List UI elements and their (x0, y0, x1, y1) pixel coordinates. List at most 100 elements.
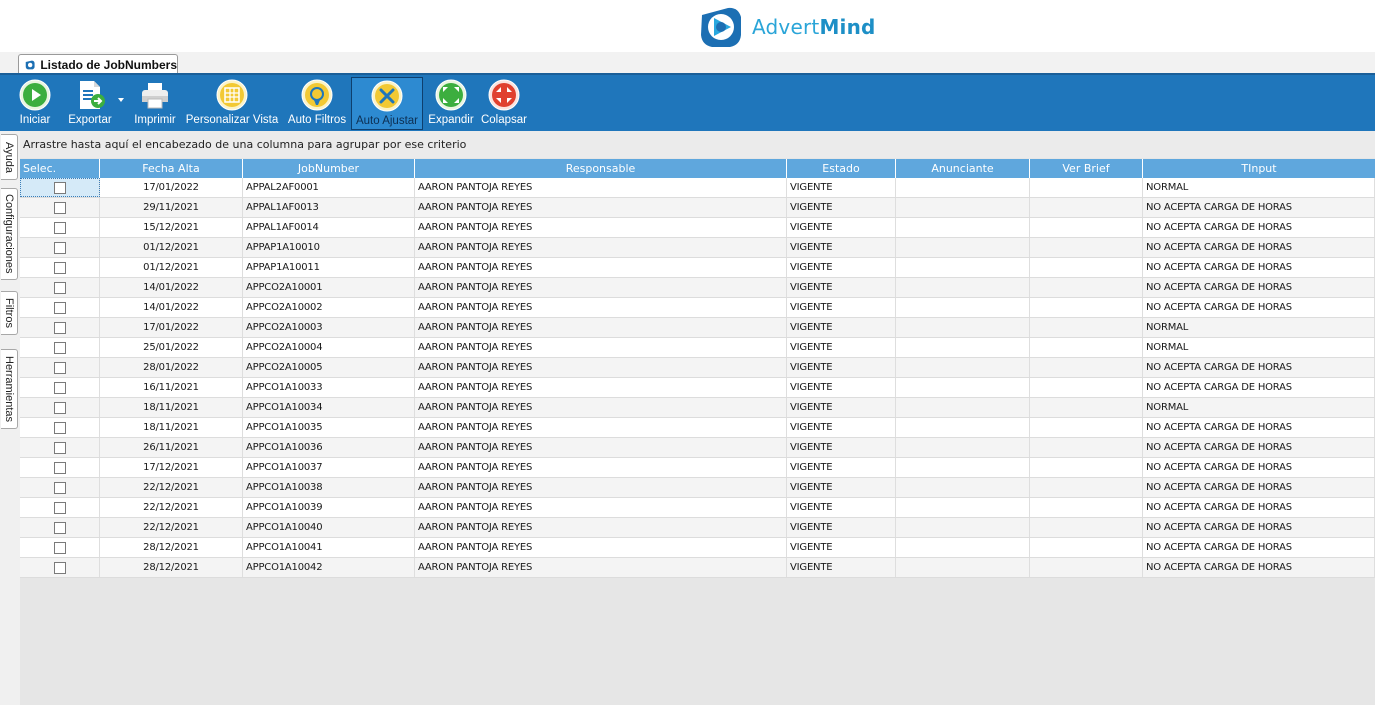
anunciante-cell[interactable] (896, 378, 1030, 397)
select-cell[interactable] (20, 438, 100, 457)
ver-brief-cell[interactable] (1030, 358, 1143, 377)
select-cell[interactable] (20, 198, 100, 217)
table-row[interactable]: 17/12/2021 APPCO1A10037 AARON PANTOJA REYE… (20, 458, 1375, 478)
exportar-dropdown-icon[interactable] (118, 98, 124, 102)
responsable-cell[interactable]: AARON PANTOJA REYES (415, 298, 787, 317)
row-select-checkbox[interactable] (53, 501, 66, 514)
anunciante-cell[interactable] (896, 178, 1030, 197)
row-select-checkbox[interactable] (53, 361, 66, 374)
imprimir-button[interactable]: Imprimir (132, 77, 178, 130)
tinput-cell[interactable]: NO ACEPTA CARGA DE HORAS (1143, 378, 1375, 397)
anunciante-cell[interactable] (896, 498, 1030, 517)
table-row[interactable]: 01/12/2021 APPAP1A10010 AARON PANTOJA REYE… (20, 238, 1375, 258)
anunciante-cell[interactable] (896, 318, 1030, 337)
table-row[interactable]: 22/12/2021 APPCO1A10040 AARON PANTOJA REYE… (20, 518, 1375, 538)
row-select-checkbox[interactable] (53, 341, 66, 354)
tinput-cell[interactable]: NO ACEPTA CARGA DE HORAS (1143, 358, 1375, 377)
ver-brief-cell[interactable] (1030, 178, 1143, 197)
fecha-alta-cell[interactable]: 22/12/2021 (100, 518, 243, 537)
responsable-cell[interactable]: AARON PANTOJA REYES (415, 438, 787, 457)
row-select-checkbox[interactable] (53, 541, 66, 554)
tinput-cell[interactable]: NO ACEPTA CARGA DE HORAS (1143, 558, 1375, 577)
tinput-cell[interactable]: NO ACEPTA CARGA DE HORAS (1143, 278, 1375, 297)
fecha-alta-cell[interactable]: 15/12/2021 (100, 218, 243, 237)
fecha-alta-cell[interactable]: 28/12/2021 (100, 538, 243, 557)
side-tab-configuraciones[interactable]: Configuraciones (1, 188, 18, 280)
estado-cell[interactable]: VIGENTE (787, 558, 896, 577)
table-row[interactable]: 22/12/2021 APPCO1A10039 AARON PANTOJA REYE… (20, 498, 1375, 518)
iniciar-button[interactable]: Iniciar (16, 77, 54, 130)
fecha-alta-cell[interactable]: 14/01/2022 (100, 298, 243, 317)
tinput-cell[interactable]: NORMAL (1143, 178, 1375, 197)
ver-brief-cell[interactable] (1030, 458, 1143, 477)
jobnumber-cell[interactable]: APPCO2A10003 (243, 318, 415, 337)
ver-brief-cell[interactable] (1030, 318, 1143, 337)
side-tab-herramientas[interactable]: Herramientas (1, 349, 18, 429)
group-by-panel[interactable]: Arrastre hasta aquí el encabezado de una… (20, 131, 1375, 158)
row-select-checkbox[interactable] (53, 281, 66, 294)
anunciante-cell[interactable] (896, 198, 1030, 217)
fecha-alta-cell[interactable]: 29/11/2021 (100, 198, 243, 217)
select-cell[interactable] (20, 278, 100, 297)
anunciante-cell[interactable] (896, 298, 1030, 317)
jobnumber-cell[interactable]: APPCO1A10033 (243, 378, 415, 397)
ver-brief-cell[interactable] (1030, 518, 1143, 537)
select-cell[interactable] (20, 478, 100, 497)
fecha-alta-cell[interactable]: 28/01/2022 (100, 358, 243, 377)
tinput-cell[interactable]: NORMAL (1143, 398, 1375, 417)
select-cell[interactable] (20, 378, 100, 397)
table-row[interactable]: 18/11/2021 APPCO1A10034 AARON PANTOJA REYE… (20, 398, 1375, 418)
tinput-cell[interactable]: NO ACEPTA CARGA DE HORAS (1143, 238, 1375, 257)
ver-brief-cell[interactable] (1030, 258, 1143, 277)
responsable-cell[interactable]: AARON PANTOJA REYES (415, 358, 787, 377)
estado-cell[interactable]: VIGENTE (787, 518, 896, 537)
anunciante-cell[interactable] (896, 278, 1030, 297)
table-row[interactable]: 28/01/2022 APPCO2A10005 AARON PANTOJA REYE… (20, 358, 1375, 378)
select-cell[interactable] (20, 518, 100, 537)
select-cell[interactable] (20, 318, 100, 337)
fecha-alta-cell[interactable]: 22/12/2021 (100, 498, 243, 517)
fecha-alta-cell[interactable]: 18/11/2021 (100, 398, 243, 417)
row-select-checkbox[interactable] (53, 201, 66, 214)
expandir-button[interactable]: Expandir (428, 77, 474, 130)
select-cell[interactable] (20, 238, 100, 257)
ver-brief-cell[interactable] (1030, 298, 1143, 317)
row-select-checkbox[interactable] (53, 381, 66, 394)
responsable-cell[interactable]: AARON PANTOJA REYES (415, 178, 787, 197)
estado-cell[interactable]: VIGENTE (787, 278, 896, 297)
table-row[interactable]: 17/01/2022 APPAL2AF0001 AARON PANTOJA REYE… (20, 178, 1375, 198)
anunciante-cell[interactable] (896, 418, 1030, 437)
tinput-cell[interactable]: NO ACEPTA CARGA DE HORAS (1143, 418, 1375, 437)
select-cell[interactable] (20, 358, 100, 377)
tinput-cell[interactable]: NO ACEPTA CARGA DE HORAS (1143, 478, 1375, 497)
estado-cell[interactable]: VIGENTE (787, 458, 896, 477)
tinput-cell[interactable]: NO ACEPTA CARGA DE HORAS (1143, 498, 1375, 517)
jobnumber-cell[interactable]: APPCO1A10041 (243, 538, 415, 557)
estado-cell[interactable]: VIGENTE (787, 358, 896, 377)
ver-brief-cell[interactable] (1030, 238, 1143, 257)
anunciante-cell[interactable] (896, 218, 1030, 237)
jobnumber-cell[interactable]: APPAL1AF0013 (243, 198, 415, 217)
responsable-cell[interactable]: AARON PANTOJA REYES (415, 318, 787, 337)
table-row[interactable]: 18/11/2021 APPCO1A10035 AARON PANTOJA REYE… (20, 418, 1375, 438)
jobnumber-cell[interactable]: APPCO1A10038 (243, 478, 415, 497)
jobnumber-cell[interactable]: APPAL1AF0014 (243, 218, 415, 237)
fecha-alta-cell[interactable]: 14/01/2022 (100, 278, 243, 297)
ver-brief-cell[interactable] (1030, 538, 1143, 557)
row-select-checkbox[interactable] (53, 561, 66, 574)
row-select-checkbox[interactable] (53, 461, 66, 474)
row-select-checkbox[interactable] (53, 181, 66, 194)
estado-cell[interactable]: VIGENTE (787, 378, 896, 397)
table-row[interactable]: 15/12/2021 APPAL1AF0014 AARON PANTOJA REYE… (20, 218, 1375, 238)
select-cell[interactable] (20, 458, 100, 477)
tinput-cell[interactable]: NO ACEPTA CARGA DE HORAS (1143, 458, 1375, 477)
jobnumber-cell[interactable]: APPAL2AF0001 (243, 178, 415, 197)
jobnumber-cell[interactable]: APPCO1A10036 (243, 438, 415, 457)
auto-filtros-button[interactable]: Auto Filtros (286, 77, 348, 130)
anunciante-cell[interactable] (896, 238, 1030, 257)
ver-brief-cell[interactable] (1030, 278, 1143, 297)
row-select-checkbox[interactable] (53, 241, 66, 254)
ver-brief-cell[interactable] (1030, 338, 1143, 357)
side-tab-filtros[interactable]: Filtros (1, 291, 18, 335)
responsable-cell[interactable]: AARON PANTOJA REYES (415, 458, 787, 477)
